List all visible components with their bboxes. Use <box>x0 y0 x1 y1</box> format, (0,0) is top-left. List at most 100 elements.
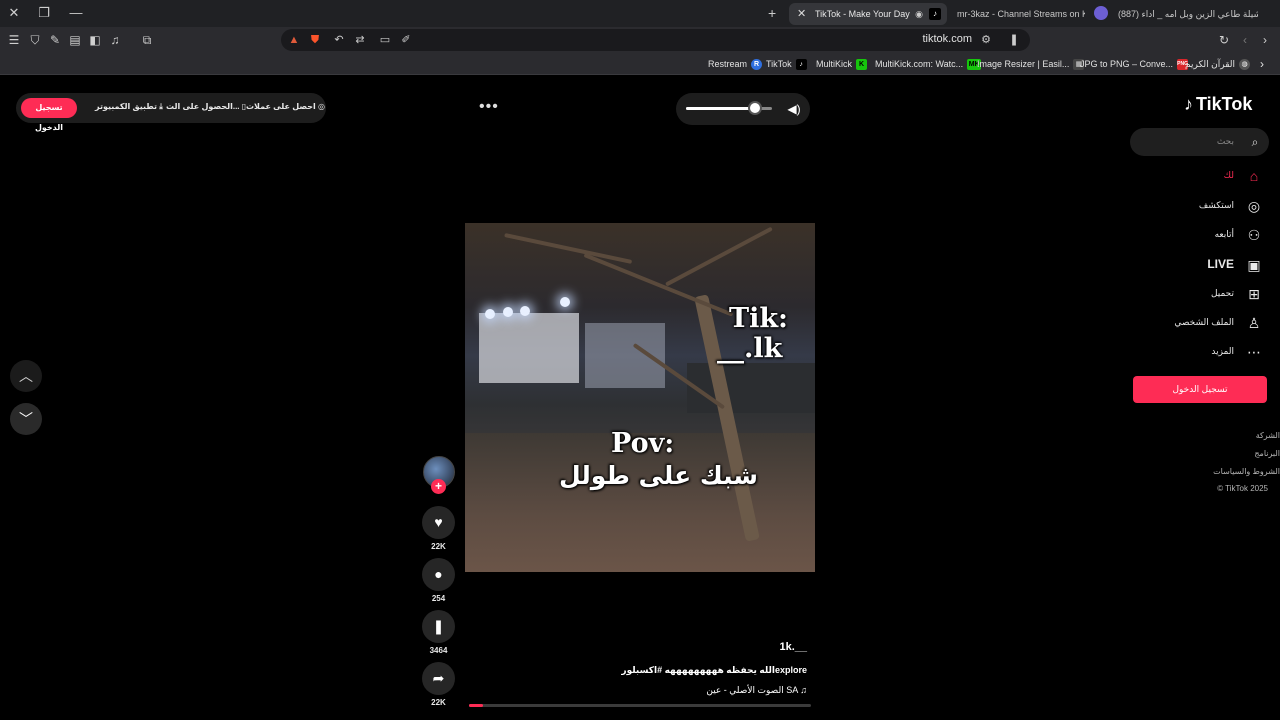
like-button[interactable]: ♥ <box>422 506 455 539</box>
bookmarks-bar: Restream R TikTok ♪ MultiKick K MultiKick.c… <box>0 53 1280 75</box>
bookmark-image-resizer[interactable]: Image Resizer | Easil... ▦ <box>977 57 1085 71</box>
video-player[interactable]: Tik: __.lk Pov: شبك على طولل <box>465 223 815 572</box>
music-info[interactable]: الصوت الأصلي - عين SA ♫ <box>706 685 807 696</box>
bookmark-label: Restream <box>708 59 748 69</box>
sidebar-item-for-you[interactable]: لك ⌂ <box>1124 166 1264 186</box>
tiktok-logo[interactable]: ♪ TikTok <box>1184 94 1252 116</box>
footer-link-company[interactable]: الشركة <box>1256 431 1280 440</box>
shield-icon[interactable]: ⛉ <box>27 32 43 48</box>
kick-icon: K <box>856 59 868 71</box>
footer-link-program[interactable]: البرنامج <box>1254 449 1280 458</box>
get-app-button[interactable]: الحصول على الت... ▯ <box>166 102 246 111</box>
back-icon[interactable]: ‹ <box>1237 32 1253 48</box>
tab-tiktok[interactable]: ✕ TikTok - Make Your Day ◉ ♪ <box>789 3 947 25</box>
sidebar-item-profile[interactable]: الملف الشخصي ♙ <box>1124 313 1264 333</box>
bookmark-icon[interactable]: ❚ <box>1006 32 1022 48</box>
bookmark-jpg-to-png[interactable]: JPG to PNG – Conve... PNG <box>1080 57 1189 71</box>
bookmark-icon: ❚ <box>432 618 445 634</box>
pen-icon[interactable]: ✐ <box>398 32 414 48</box>
sidebar-icon[interactable]: ◧ <box>87 32 103 48</box>
search-icon[interactable]: ⌕ <box>1247 134 1263 150</box>
download-icon: ⤓ <box>159 102 163 111</box>
top-actions-bar: تسجيل الدخول تطبيق الكمبيوتر ⤓ الحصول عل… <box>16 93 326 132</box>
tab-youtube[interactable]: (887) شيلة طاعي الزين وبل امه _ اداء <box>1118 3 1258 25</box>
previous-video-button[interactable]: ︿ <box>10 360 42 392</box>
brave-rewards-icon[interactable]: ▲ <box>286 32 302 48</box>
footer-copyright: © TikTok 2025 <box>1217 484 1268 493</box>
video-caption: الله يحفظه هههههههههه #اكسبلورexplore <box>621 665 807 675</box>
cast-icon[interactable]: ▭ <box>377 32 393 48</box>
overlay-text: شبك على طولل <box>559 461 758 490</box>
video-scene-building <box>479 313 579 383</box>
get-coins-button[interactable]: احصل على عملات ◎ <box>246 102 325 111</box>
sidebar-item-more[interactable]: المزيد ⋯ <box>1124 342 1264 362</box>
sidebar-item-following[interactable]: أتابعه ⚇ <box>1124 225 1264 245</box>
menu-icon[interactable]: ☰ <box>6 32 22 48</box>
tab-audio-icon[interactable]: ◉ <box>913 8 925 20</box>
window-minimize-icon[interactable]: — <box>66 4 86 22</box>
next-video-button[interactable]: ﹀ <box>10 403 42 435</box>
address-bar[interactable]: ▲ ⛊ ↶ ⇄ ▭ ✐ tiktok.com ⚙ ❚ <box>281 29 1030 51</box>
undo-icon[interactable]: ↶ <box>331 32 347 48</box>
follow-plus-icon[interactable]: + <box>431 479 446 494</box>
bookmark-multikick[interactable]: MultiKick K <box>816 57 868 71</box>
sidebar-item-live[interactable]: LIVE ▣ <box>1124 255 1264 275</box>
comment-button[interactable]: ● <box>422 558 455 591</box>
tiktok-favicon-icon: ♪ <box>929 8 941 20</box>
speaker-icon[interactable]: ◀) <box>786 101 802 117</box>
footer-link-terms[interactable]: الشروط والسياسات <box>1213 467 1280 476</box>
music-note-icon: ♫ <box>800 685 807 695</box>
bookmark-tiktok[interactable]: TikTok ♪ <box>766 57 807 71</box>
compass-icon: ◎ <box>1247 198 1261 214</box>
window-close-icon[interactable]: ✕ <box>4 4 24 22</box>
upload-icon: ⊞ <box>1248 286 1260 302</box>
overlay-text: __.lk <box>717 333 783 364</box>
desktop-app-label: تطبيق الكمبيوتر <box>95 102 158 111</box>
login-button[interactable]: تسجيل الدخول <box>21 98 77 132</box>
live-icon: ▣ <box>1247 257 1261 273</box>
video-scene-light <box>560 297 570 307</box>
sidebar-item-label: استكشف <box>1198 200 1234 210</box>
volume-slider-knob[interactable] <box>747 101 762 115</box>
tab-close-icon[interactable]: ✕ <box>797 3 806 25</box>
coin-icon: ◎ <box>317 102 325 111</box>
translate-icon[interactable]: ⇄ <box>352 32 368 48</box>
sidebar-item-label: LIVE <box>1207 257 1234 271</box>
music-label: الصوت الأصلي - عين SA <box>706 685 798 695</box>
bookmark-restream[interactable]: Restream R <box>708 57 763 71</box>
extension-icon[interactable]: ✎ <box>47 32 63 48</box>
sidebar-login-button[interactable]: تسجيل الدخول <box>1133 376 1267 403</box>
video-scene-light <box>503 307 513 317</box>
kick-favicon-icon <box>1094 6 1108 20</box>
desktop-app-button[interactable]: تطبيق الكمبيوتر ⤓ <box>95 102 163 112</box>
tab-kick[interactable]: mr-3kaz - Channel Streams on Kick <box>957 3 1085 25</box>
video-progress-bar[interactable] <box>469 704 811 707</box>
bookmark-quran[interactable]: القرآن الكريم ◍ <box>1185 57 1251 71</box>
brave-shield-icon[interactable]: ⛊ <box>307 32 323 48</box>
chevron-up-icon: ︿ <box>19 368 33 384</box>
site-settings-icon[interactable]: ⚙ <box>978 32 994 48</box>
author-username[interactable]: 1k.__ <box>779 641 807 653</box>
reload-icon[interactable]: ↻ <box>1216 32 1232 48</box>
new-tab-icon[interactable]: + <box>768 4 776 22</box>
get-coins-label: احصل على عملات <box>246 102 316 111</box>
sidebar-item-label: الملف الشخصي <box>1174 317 1234 327</box>
bookmarks-overflow-icon[interactable]: › <box>1260 57 1264 71</box>
bookmark-multikick-watch[interactable]: MultiKick.com: Watc... MK <box>875 57 982 71</box>
share-button[interactable]: ➦ <box>422 662 455 695</box>
forward-icon[interactable]: › <box>1257 32 1273 48</box>
overlay-text: Pov: <box>611 428 675 459</box>
sidebar-item-upload[interactable]: تحميل ⊞ <box>1124 284 1264 304</box>
tabs-icon[interactable]: ▤ <box>67 32 83 48</box>
search-input[interactable]: بحث ⌕ <box>1130 128 1269 156</box>
sidebar-item-explore[interactable]: استكشف ◎ <box>1124 196 1264 216</box>
more-options-icon[interactable]: ••• <box>479 98 499 116</box>
window-restore-icon[interactable]: ❐ <box>34 4 54 22</box>
globe-icon: ◍ <box>1239 59 1251 71</box>
save-button[interactable]: ❚ <box>422 610 455 643</box>
bookmark-label: MultiKick.com: Watc... <box>875 59 964 69</box>
bookmark-label: القرآن الكريم <box>1185 59 1236 69</box>
screenshot-icon[interactable]: ⧉ <box>139 32 155 48</box>
music-icon[interactable]: ♫ <box>107 32 123 48</box>
sidebar-footer: الشركة البرنامج الشروط والسياسات © TikTo… <box>1140 428 1280 508</box>
